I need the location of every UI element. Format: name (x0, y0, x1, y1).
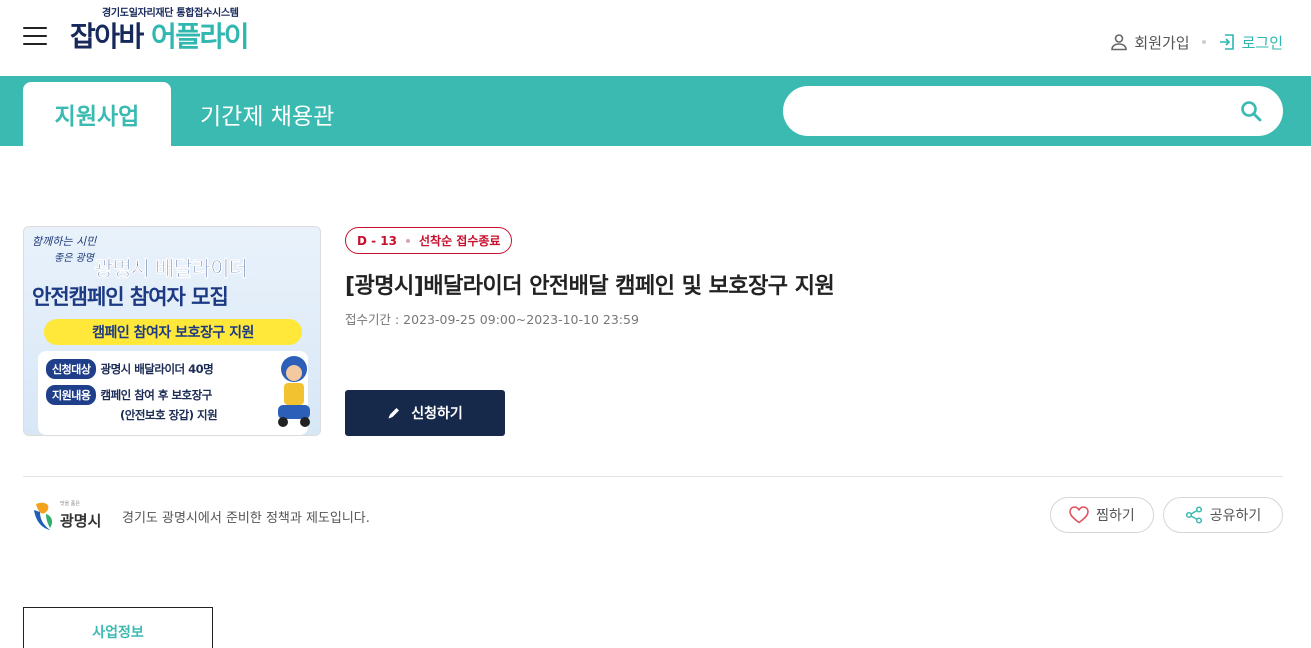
share-icon (1185, 506, 1202, 524)
thumbnail-tag-target: 신청대상 (46, 359, 97, 379)
thumbnail-row-1: 신청대상 광명시 배달라이더 40명 (46, 359, 214, 379)
share-label: 공유하기 (1209, 508, 1262, 524)
dday-label: D - 13 (357, 233, 397, 248)
tab-support-programs[interactable]: 지원사업 (23, 82, 171, 146)
logo-wordmark: 잡아바 어플라이 (70, 18, 250, 56)
thumbnail-script-2: 좋은 광명 (54, 253, 94, 264)
thumbnail-row-3: (안전보호 장갑) 지원 (120, 408, 218, 422)
thumbnail-target-text: 광명시 배달라이더 40명 (100, 362, 214, 376)
section-divider (23, 476, 1283, 477)
site-header: 경기도일자리재단 통합접수시스템 잡아바 어플라이 회원가입 로그인 (0, 0, 1311, 76)
pencil-icon (388, 408, 400, 419)
user-icon (1111, 34, 1128, 51)
login-icon (1219, 34, 1234, 50)
logo-part-1: 잡아바 (70, 20, 144, 53)
like-button[interactable]: 찜하기 (1050, 497, 1154, 533)
application-period: 접수기간 : 2023-09-25 09:00~2023-10-10 23:59 (345, 309, 639, 328)
thumbnail-info-panel: 신청대상 광명시 배달라이더 40명 지원내용 캠페인 참여 후 보호장구 (안… (38, 351, 308, 435)
account-links: 회원가입 로그인 (1110, 30, 1283, 54)
rider-illustration (278, 356, 310, 427)
tab-program-info[interactable]: 사업정보 (23, 607, 213, 648)
main-navbar: 지원사업 기간제 채용관 (0, 76, 1311, 146)
heart-icon (1069, 506, 1089, 524)
logo-subtitle: 경기도일자리재단 통합접수시스템 (102, 8, 239, 19)
thumbnail-row-2: 지원내용 캠페인 참여 후 보호장구 (46, 385, 212, 405)
logo-tagline: 맛을 품은 (60, 501, 80, 507)
city-emblem-icon (34, 502, 53, 530)
menu-icon[interactable] (23, 27, 47, 45)
period-label: 접수기간 : (345, 312, 400, 327)
period-value: 2023-09-25 09:00~2023-10-10 23:59 (403, 312, 639, 327)
apply-label: 신청하기 (411, 406, 463, 422)
status-separator (406, 238, 410, 243)
thumbnail-tag-content: 지원내용 (46, 385, 97, 405)
logo-part-2: 어플라이 (151, 20, 250, 53)
status-badge: D - 13 선착순 접수종료 (345, 227, 513, 254)
link-separator (1201, 40, 1206, 44)
program-thumbnail[interactable]: 함께하는 시민 좋은 광명 광명시 배달라이더 안전캠페인 참여자 모집 캠페인… (23, 226, 321, 436)
search-bar (783, 86, 1283, 136)
program-title: [광명시]배달라이더 안전배달 캠페인 및 보호장구 지원 (345, 274, 835, 299)
thumbnail-band: 캠페인 참여자 보호장구 지원 (44, 319, 302, 345)
site-logo[interactable]: 경기도일자리재단 통합접수시스템 잡아바 어플라이 (70, 4, 290, 60)
tab-fixed-term-jobs[interactable]: 기간제 채용관 (200, 82, 334, 146)
apply-button[interactable]: 신청하기 (345, 390, 505, 436)
login-link[interactable]: 로그인 (1218, 32, 1283, 53)
thumbnail-headline-1: 광명시 배달라이더 (94, 257, 248, 282)
signup-link[interactable]: 회원가입 (1110, 32, 1190, 53)
city-name: 광명시 (60, 512, 102, 530)
org-description: 경기도 광명시에서 준비한 정책과 제도입니다. (122, 511, 370, 526)
gwangmyeong-logo: 맛을 품은 광명시 (32, 496, 104, 534)
thumbnail-script-1: 함께하는 시민 (32, 235, 97, 248)
status-label: 선착순 접수종료 (419, 234, 501, 248)
thumbnail-content-text: 캠페인 참여 후 보호장구 (100, 388, 212, 402)
thumbnail-headline-2: 안전캠페인 참여자 모집 (32, 285, 229, 309)
login-label: 로그인 (1241, 33, 1283, 52)
search-icon[interactable] (1239, 99, 1263, 123)
share-button[interactable]: 공유하기 (1163, 497, 1283, 533)
like-label: 찜하기 (1096, 508, 1135, 524)
signup-label: 회원가입 (1134, 33, 1190, 52)
search-input[interactable] (805, 96, 1225, 126)
